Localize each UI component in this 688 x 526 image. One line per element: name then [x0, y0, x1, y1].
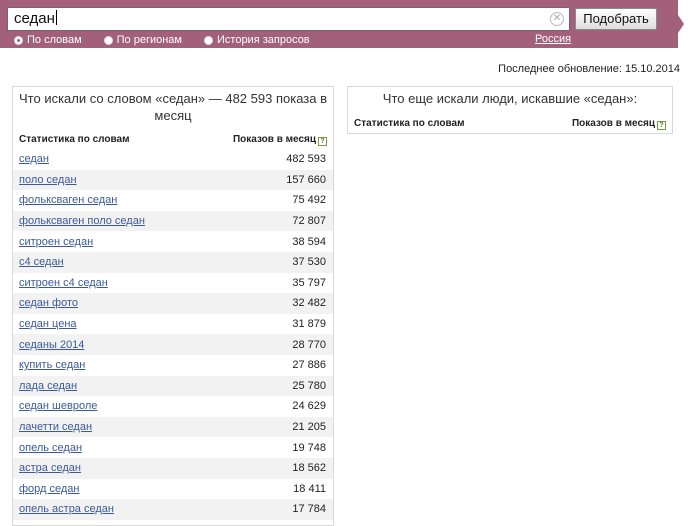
keyword-link[interactable]: ситроен с4 седан	[19, 277, 108, 289]
table-row: астра седан 18 562	[13, 457, 333, 479]
keyword-link[interactable]: лачетти седан	[19, 421, 92, 433]
keyword-link[interactable]: купить седан	[19, 359, 85, 371]
submit-button[interactable]: Подобрать	[575, 8, 657, 30]
col-count-header: Показов в месяц	[571, 118, 655, 129]
table-row: опель седан 19 748	[13, 437, 333, 458]
impressions-count: 157 660	[286, 173, 326, 186]
impressions-count: 18 562	[292, 462, 326, 475]
table-row: седан фото 32 482	[13, 293, 333, 314]
tab-by-regions[interactable]: По регионам	[103, 33, 182, 47]
col-count-header-wrap: Показов в месяц?	[233, 133, 327, 146]
tab-by-words[interactable]: По словам	[14, 33, 82, 47]
table-row: лада седан 25 780	[13, 375, 333, 397]
keyword-link[interactable]: фольксваген поло седан	[19, 215, 145, 227]
impressions-count: 75 492	[292, 194, 326, 207]
region-link[interactable]: Россия	[535, 33, 571, 46]
keyword-link[interactable]: седаны 2014	[19, 339, 84, 351]
keyword-link[interactable]: форд седан	[19, 483, 80, 495]
impressions-count: 27 886	[292, 359, 326, 372]
table-row: седан цена 31 879	[13, 314, 333, 335]
impressions-count: 32 482	[292, 297, 326, 310]
impressions-count: 21 205	[292, 421, 326, 434]
table-row: ситроен с4 седан 35 797	[13, 273, 333, 294]
table-header: Статистика по словам Показов в месяц?	[348, 117, 672, 130]
radio-unchecked-icon[interactable]	[204, 35, 213, 45]
table-row: седан 482 593	[13, 149, 333, 170]
keyword-link[interactable]: поло седан	[19, 174, 77, 186]
keyword-link[interactable]: астра седан	[19, 462, 81, 474]
help-icon[interactable]: ?	[657, 121, 666, 130]
impressions-count: 31 879	[292, 318, 326, 331]
col-count-header: Показов в месяц	[232, 134, 316, 145]
table-row: форд седан 18 411	[13, 479, 333, 500]
impressions-count: 24 629	[292, 400, 326, 413]
tab-label: По словам	[27, 33, 82, 46]
search-input[interactable]: седан	[7, 7, 570, 31]
help-icon[interactable]: ?	[318, 137, 327, 146]
impressions-count: 35 797	[292, 276, 326, 289]
keyword-link[interactable]: седан	[19, 153, 49, 165]
impressions-count: 38 594	[292, 235, 326, 248]
clear-icon[interactable]: ✕	[550, 12, 564, 26]
col-count-header-wrap: Показов в месяц?	[572, 117, 666, 130]
table-row: опель астра седан 17 784	[13, 499, 333, 520]
table-row: ситроен седан 38 594	[13, 231, 333, 252]
impressions-count: 37 530	[292, 256, 326, 269]
keyword-link[interactable]: седан цена	[19, 318, 77, 330]
keyword-link[interactable]: с4 седан	[19, 256, 64, 268]
related-queries-panel: Что еще искали люди, искавшие «седан»: С…	[347, 86, 673, 134]
table-header: Статистика по словам Показов в месяц?	[13, 133, 333, 146]
impressions-count: 17 784	[292, 503, 326, 516]
tab-query-history[interactable]: История запросов	[204, 33, 310, 47]
tab-label: По регионам	[116, 33, 182, 46]
impressions-count: 28 770	[292, 338, 326, 351]
last-update: Последнее обновление: 15.10.2014	[498, 63, 680, 75]
banner-arrow	[668, 0, 684, 48]
col-keyword-header: Статистика по словам	[354, 118, 465, 129]
search-query-text: седан	[14, 10, 55, 27]
table-row: поло седан 157 660	[13, 169, 333, 191]
keyword-link[interactable]: опель седан	[19, 442, 82, 454]
table-row: фольксваген поло седан 72 807	[13, 210, 333, 232]
impressions-count: 25 780	[292, 379, 326, 392]
table-row: купить седан 27 886	[13, 355, 333, 376]
tab-label: История запросов	[217, 33, 310, 46]
keyword-link[interactable]: ситроен седан	[19, 236, 93, 248]
table-row: с4 седан 37 530	[13, 251, 333, 273]
keyword-link[interactable]: седан шевроле	[19, 400, 97, 412]
col-keyword-header: Статистика по словам	[19, 134, 130, 145]
impressions-count: 19 748	[292, 441, 326, 454]
panel-title: Что еще искали люди, искавшие «седан»:	[382, 91, 638, 106]
table-row: лачетти седан 21 205	[13, 416, 333, 438]
table-row: фольксваген седан 75 492	[13, 190, 333, 211]
radio-unchecked-icon[interactable]	[103, 35, 113, 45]
impressions-count: 72 807	[292, 215, 326, 228]
keyword-stats-panel: Что искали со словом «седан» — 482 593 п…	[12, 86, 334, 526]
table-row: седаны 2014 28 770	[13, 334, 333, 355]
radio-checked-icon[interactable]	[14, 35, 23, 45]
keyword-link[interactable]: лада седан	[19, 380, 77, 392]
text-caret	[55, 10, 57, 25]
keyword-link[interactable]: фольксваген седан	[19, 194, 117, 206]
panel-title: Что искали со словом «седан» — 482 593 п…	[19, 91, 327, 123]
table-row: седан шевроле 24 629	[13, 396, 333, 417]
search-mode-tabs: По словам По регионам История запросов	[14, 33, 332, 47]
keyword-rows: седан 482 593 поло седан 157 660 фольксваген…	[13, 149, 333, 520]
keyword-link[interactable]: седан фото	[19, 297, 78, 309]
keyword-link[interactable]: опель астра седан	[19, 503, 114, 515]
impressions-count: 482 593	[286, 153, 326, 166]
impressions-count: 18 411	[293, 482, 326, 495]
